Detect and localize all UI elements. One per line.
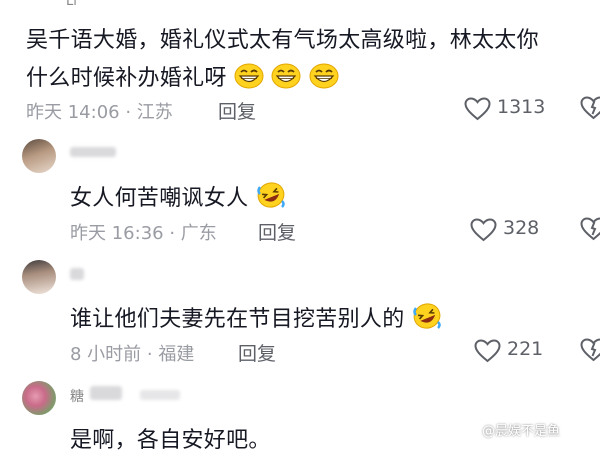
meta-separator: · [163,223,181,244]
like-count: 328 [503,217,540,239]
like-count: 221 [507,338,544,360]
heart-icon [470,218,497,246]
meta-separator: · [141,344,159,365]
grin-emoji-icon [234,63,264,95]
username-redacted [90,386,122,400]
avatar[interactable] [22,381,56,415]
avatar[interactable] [22,139,56,173]
comment-location: 福建 [158,344,195,365]
watermark: @晨娱不是鱼 [482,424,561,439]
dislike-icon[interactable] [580,96,600,124]
comment-username[interactable]: 糖 [70,386,84,406]
comment-text-body: 谁让他们夫妻先在节目挖苦别人的 [70,307,405,332]
grin-emoji-icon [271,63,301,95]
comment-time: 昨天 16:36 [70,223,164,244]
username-redacted [70,147,116,157]
meta-separator: · [119,102,137,123]
like-button[interactable]: 1313 [464,96,546,125]
rolling-laugh-emoji-icon [412,302,442,336]
comment-text: 吴千语大婚，婚礼仪式太有气场太高级啦，林太太你 [26,28,539,53]
comment-meta: 昨天 16:36 · 广东 [70,219,217,245]
username-redacted [140,390,180,400]
comment-text: 谁让他们夫妻先在节目挖苦别人的 [70,301,442,336]
comment-location: 广东 [180,223,217,244]
comment-location: 江苏 [136,102,173,123]
dislike-icon[interactable] [580,338,600,366]
username-redacted [70,268,84,280]
comment-text: 是啊，各自安好吧。 [70,428,271,453]
comment-text-body: 女人何苦嘲讽女人 [70,186,249,211]
heart-icon [464,97,491,125]
reply-button[interactable]: 回复 [218,97,256,124]
heart-icon [474,339,501,367]
comment-username[interactable]: Li [66,0,77,9]
like-count: 1313 [497,96,546,118]
comment-text-continued: 什么时候补办婚礼呀 [26,66,227,91]
rolling-laugh-emoji-icon [256,181,286,215]
dislike-icon[interactable] [580,217,600,245]
comment-text-line2: 什么时候补办婚礼呀 [26,60,339,95]
comment-text: 女人何苦嘲讽女人 [70,180,286,215]
like-button[interactable]: 221 [474,338,546,364]
avatar[interactable] [22,260,56,294]
comment-time: 昨天 14:06 [26,102,120,123]
comment-meta: 8 小时前 · 福建 [70,340,194,366]
reply-button[interactable]: 回复 [258,218,296,245]
reply-button[interactable]: 回复 [238,339,276,366]
grin-emoji-icon [309,63,339,95]
like-button[interactable]: 328 [470,217,546,243]
comment-meta: 昨天 14:06 · 江苏 [26,98,173,124]
comment-time: 8 小时前 [70,344,142,365]
